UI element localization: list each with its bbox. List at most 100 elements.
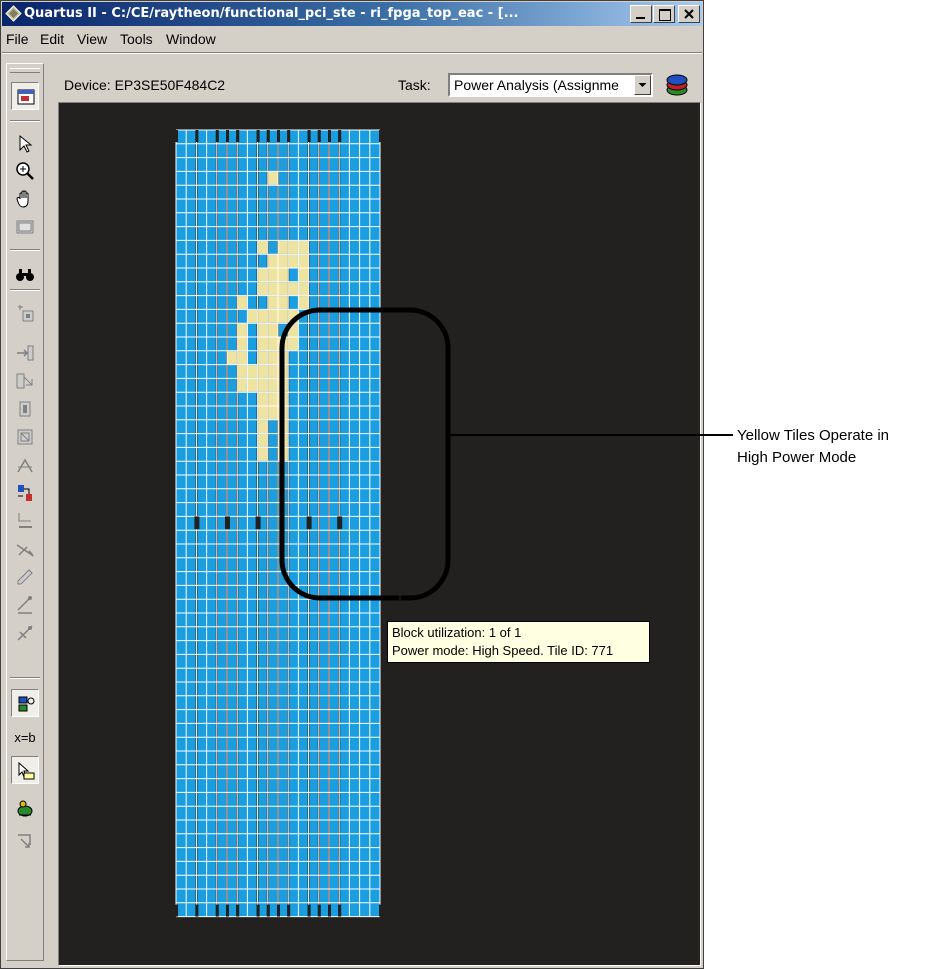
high-power-tile[interactable] — [288, 254, 298, 268]
column-notch[interactable] — [256, 904, 260, 917]
high-power-tile[interactable] — [298, 268, 309, 282]
high-power-tile[interactable] — [258, 240, 268, 254]
high-power-tile[interactable] — [288, 240, 298, 254]
column-notch[interactable] — [277, 130, 280, 142]
menu-view[interactable]: View — [77, 31, 107, 47]
path-button[interactable] — [11, 535, 39, 563]
high-power-tile[interactable] — [258, 309, 268, 323]
column-notch[interactable] — [338, 130, 342, 142]
high-power-tile[interactable] — [237, 378, 247, 392]
high-power-tile[interactable] — [258, 406, 268, 420]
task-select[interactable]: Power Analysis (Assignme — [448, 73, 653, 97]
high-power-tile[interactable] — [268, 254, 278, 268]
high-power-tile[interactable] — [268, 337, 278, 351]
high-power-tile[interactable] — [278, 282, 288, 296]
menu-window[interactable]: Window — [166, 31, 216, 47]
high-power-tile[interactable] — [247, 309, 258, 323]
column-notch[interactable] — [175, 130, 178, 142]
high-power-tile[interactable] — [288, 282, 298, 296]
high-power-tile[interactable] — [298, 282, 309, 296]
pin-assign-button[interactable] — [11, 339, 39, 367]
task-dropdown-button[interactable] — [634, 75, 651, 95]
column-notch[interactable] — [225, 516, 230, 530]
high-power-tile[interactable] — [258, 392, 268, 406]
high-power-tile[interactable] — [268, 309, 278, 323]
fanin-button[interactable] — [11, 367, 39, 395]
column-notch[interactable] — [255, 516, 261, 530]
high-power-tile[interactable] — [258, 434, 268, 447]
high-power-tile[interactable] — [278, 309, 288, 323]
delay-button[interactable] — [11, 507, 39, 535]
title-bar[interactable]: Quartus II - C:/CE/raytheon/functional_p… — [2, 2, 702, 26]
column-notch[interactable] — [215, 904, 219, 917]
high-power-tile[interactable] — [268, 268, 278, 282]
high-power-tile[interactable] — [268, 282, 278, 296]
layer-settings-button[interactable] — [11, 756, 39, 784]
column-notch[interactable] — [287, 130, 291, 142]
column-notch[interactable] — [215, 130, 219, 142]
high-power-tile[interactable] — [268, 406, 278, 420]
column-notch[interactable] — [379, 130, 382, 142]
column-notch[interactable] — [328, 130, 331, 142]
hand-pan-button[interactable] — [11, 185, 39, 213]
high-power-tile[interactable] — [258, 365, 268, 378]
high-power-tile[interactable] — [268, 392, 278, 406]
chip-planner-canvas[interactable] — [58, 102, 701, 966]
high-power-tile[interactable] — [268, 378, 278, 392]
high-power-tile[interactable] — [268, 365, 278, 378]
export-button[interactable] — [11, 827, 39, 855]
assign-button[interactable] — [11, 299, 39, 327]
zoom-button[interactable] — [11, 157, 39, 185]
layers-button[interactable] — [663, 71, 691, 99]
power-view-button[interactable] — [11, 689, 39, 717]
fanout-button[interactable] — [11, 395, 39, 423]
high-power-tile[interactable] — [247, 378, 258, 392]
menu-tools[interactable]: Tools — [120, 31, 153, 47]
connections-button[interactable] — [11, 479, 39, 507]
column-notch[interactable] — [226, 904, 229, 917]
menu-edit[interactable]: Edit — [40, 31, 64, 47]
maximize-button[interactable] — [653, 5, 675, 23]
high-power-tile[interactable] — [258, 323, 268, 337]
high-power-tile[interactable] — [268, 296, 278, 309]
high-power-tile[interactable] — [258, 282, 268, 296]
column-notch[interactable] — [317, 130, 321, 142]
column-notch[interactable] — [266, 130, 270, 142]
high-power-tile[interactable] — [237, 365, 247, 378]
high-power-tile[interactable] — [258, 351, 268, 365]
column-notch[interactable] — [195, 130, 199, 142]
high-power-tile[interactable] — [268, 323, 278, 337]
high-power-tile[interactable] — [247, 365, 258, 378]
high-power-tile[interactable] — [298, 254, 309, 268]
palette-grip[interactable] — [10, 68, 40, 73]
high-power-tile[interactable] — [278, 268, 288, 282]
column-notch[interactable] — [277, 904, 280, 917]
selection-arrow-button[interactable] — [11, 130, 39, 158]
floorplan[interactable] — [59, 103, 700, 965]
column-notch[interactable] — [317, 904, 321, 917]
high-power-tile[interactable] — [278, 240, 288, 254]
high-power-tile[interactable] — [237, 337, 247, 351]
paths-button[interactable] — [11, 591, 39, 619]
column-notch[interactable] — [307, 130, 311, 142]
column-notch[interactable] — [195, 904, 199, 917]
high-power-tile[interactable] — [258, 447, 268, 461]
column-notch[interactable] — [236, 130, 240, 142]
column-notch[interactable] — [338, 904, 342, 917]
high-power-tile[interactable] — [258, 420, 268, 434]
column-notch[interactable] — [307, 904, 311, 917]
fit-window-button[interactable] — [11, 213, 39, 241]
clear-button[interactable] — [11, 619, 39, 647]
column-notch[interactable] — [266, 904, 270, 917]
high-power-tile[interactable] — [278, 254, 288, 268]
high-power-tile[interactable] — [258, 337, 268, 351]
close-button[interactable] — [678, 5, 700, 23]
region-button[interactable] — [11, 423, 39, 451]
high-power-tile[interactable] — [237, 296, 247, 309]
minimize-button[interactable] — [630, 5, 652, 23]
find-binoculars-button[interactable] — [11, 261, 39, 289]
high-power-tile[interactable] — [288, 337, 298, 351]
high-power-tile[interactable] — [268, 171, 278, 185]
column-notch[interactable] — [226, 130, 229, 142]
high-power-tile[interactable] — [258, 268, 268, 282]
